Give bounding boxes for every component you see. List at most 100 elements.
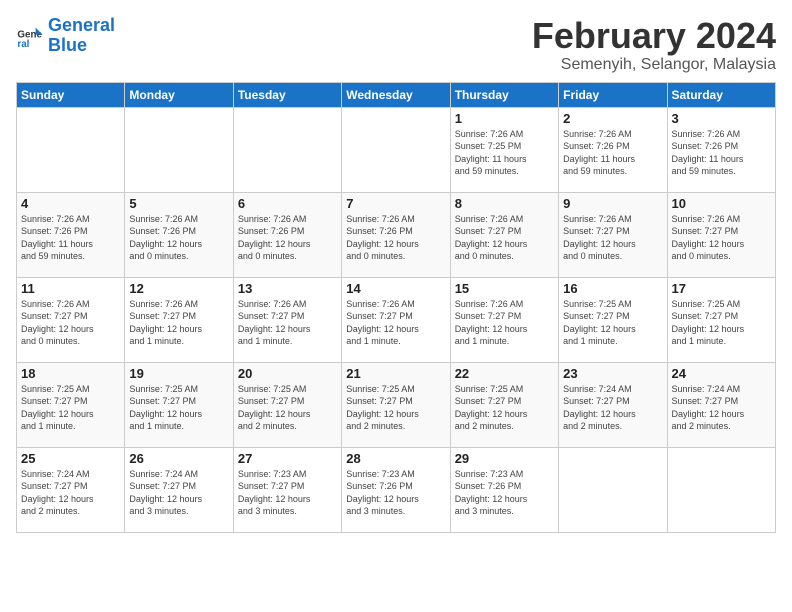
day-info: Sunrise: 7:24 AM Sunset: 7:27 PM Dayligh… [672,383,771,433]
calendar-cell: 12Sunrise: 7:26 AM Sunset: 7:27 PM Dayli… [125,277,233,362]
header-saturday: Saturday [667,82,775,107]
day-info: Sunrise: 7:26 AM Sunset: 7:27 PM Dayligh… [346,298,445,348]
header-thursday: Thursday [450,82,558,107]
calendar-cell [233,107,341,192]
day-number: 21 [346,366,445,381]
calendar-cell: 2Sunrise: 7:26 AM Sunset: 7:26 PM Daylig… [559,107,667,192]
title-area: February 2024 Semenyih, Selangor, Malays… [532,16,776,74]
week-row-2: 11 Sunrise: 7:26 AM Sunset: 7:27 PM Dayli… [17,277,776,362]
calendar-cell: 11 Sunrise: 7:26 AM Sunset: 7:27 PM Dayli… [17,277,125,362]
day-info: Sunrise: 7:26 AM Sunset: 7:27 PM Dayligh… [21,298,120,348]
header-wednesday: Wednesday [342,82,450,107]
calendar-cell [17,107,125,192]
day-info: Sunrise: 7:24 AM Sunset: 7:27 PM Dayligh… [563,383,662,433]
day-number: 24 [672,366,771,381]
header-sunday: Sunday [17,82,125,107]
calendar-cell: 1 Sunrise: 7:26 AM Sunset: 7:25 PM Daylig… [450,107,558,192]
calendar-cell: 5 Sunrise: 7:26 AM Sunset: 7:26 PM Daylig… [125,192,233,277]
logo-icon: Gene ral [16,22,44,50]
day-info: Sunrise: 7:25 AM Sunset: 7:27 PM Dayligh… [346,383,445,433]
day-number: 26 [129,451,228,466]
calendar-cell: 7 Sunrise: 7:26 AM Sunset: 7:26 PM Daylig… [342,192,450,277]
day-number: 13 [238,281,337,296]
calendar-cell [125,107,233,192]
day-number: 17 [672,281,771,296]
day-number: 18 [21,366,120,381]
calendar-cell: 10Sunrise: 7:26 AM Sunset: 7:27 PM Dayli… [667,192,775,277]
day-number: 10 [672,196,771,211]
day-info: Sunrise: 7:25 AM Sunset: 7:27 PM Dayligh… [672,298,771,348]
calendar-cell: 26 Sunrise: 7:24 AM Sunset: 7:27 PM Dayli… [125,447,233,532]
logo-line1: General [48,15,115,35]
day-number: 11 [21,281,120,296]
day-info: Sunrise: 7:24 AM Sunset: 7:27 PM Dayligh… [21,468,120,518]
calendar-cell: 9 Sunrise: 7:26 AM Sunset: 7:27 PM Daylig… [559,192,667,277]
calendar-title: February 2024 [532,16,776,56]
header: Gene ral General Blue February 2024 Seme… [16,16,776,74]
header-monday: Monday [125,82,233,107]
day-info: Sunrise: 7:26 AM Sunset: 7:25 PM Dayligh… [455,128,554,178]
day-info: Sunrise: 7:26 AM Sunset: 7:26 PM Dayligh… [238,213,337,263]
day-info: Sunrise: 7:26 AM Sunset: 7:27 PM Dayligh… [238,298,337,348]
day-number: 20 [238,366,337,381]
week-row-1: 4 Sunrise: 7:26 AM Sunset: 7:26 PM Daylig… [17,192,776,277]
calendar-cell: 20 Sunrise: 7:25 AM Sunset: 7:27 PM Dayli… [233,362,341,447]
week-row-0: 1 Sunrise: 7:26 AM Sunset: 7:25 PM Daylig… [17,107,776,192]
logo: Gene ral General Blue [16,16,115,56]
day-info: Sunrise: 7:25 AM Sunset: 7:27 PM Dayligh… [129,383,228,433]
day-info: Sunrise: 7:26 AM Sunset: 7:27 PM Dayligh… [455,298,554,348]
day-number: 14 [346,281,445,296]
calendar-cell: 14 Sunrise: 7:26 AM Sunset: 7:27 PM Dayli… [342,277,450,362]
calendar-cell: 3 Sunrise: 7:26 AM Sunset: 7:26 PM Daylig… [667,107,775,192]
day-number: 1 [455,111,554,126]
calendar-cell: 24 Sunrise: 7:24 AM Sunset: 7:27 PM Dayli… [667,362,775,447]
calendar-cell: 27Sunrise: 7:23 AM Sunset: 7:27 PM Dayli… [233,447,341,532]
day-info: Sunrise: 7:23 AM Sunset: 7:26 PM Dayligh… [346,468,445,518]
day-info: Sunrise: 7:25 AM Sunset: 7:27 PM Dayligh… [238,383,337,433]
calendar-cell: 25Sunrise: 7:24 AM Sunset: 7:27 PM Dayli… [17,447,125,532]
day-info: Sunrise: 7:26 AM Sunset: 7:27 PM Dayligh… [455,213,554,263]
days-header-row: Sunday Monday Tuesday Wednesday Thursday… [17,82,776,107]
day-info: Sunrise: 7:25 AM Sunset: 7:27 PM Dayligh… [455,383,554,433]
calendar-cell: 18Sunrise: 7:25 AM Sunset: 7:27 PM Dayli… [17,362,125,447]
week-row-4: 25Sunrise: 7:24 AM Sunset: 7:27 PM Dayli… [17,447,776,532]
day-info: Sunrise: 7:26 AM Sunset: 7:26 PM Dayligh… [346,213,445,263]
day-info: Sunrise: 7:26 AM Sunset: 7:26 PM Dayligh… [672,128,771,178]
calendar-cell [667,447,775,532]
calendar-cell: 8Sunrise: 7:26 AM Sunset: 7:27 PM Daylig… [450,192,558,277]
day-number: 12 [129,281,228,296]
day-number: 19 [129,366,228,381]
day-info: Sunrise: 7:25 AM Sunset: 7:27 PM Dayligh… [563,298,662,348]
day-number: 29 [455,451,554,466]
calendar-cell [342,107,450,192]
day-number: 3 [672,111,771,126]
day-info: Sunrise: 7:26 AM Sunset: 7:27 PM Dayligh… [563,213,662,263]
day-number: 16 [563,281,662,296]
calendar-cell: 13 Sunrise: 7:26 AM Sunset: 7:27 PM Dayli… [233,277,341,362]
calendar-cell: 6Sunrise: 7:26 AM Sunset: 7:26 PM Daylig… [233,192,341,277]
week-row-3: 18 Sunrise: 7:25 AM Sunset: 7:27 PM Dayli… [17,362,776,447]
day-number: 23 [563,366,662,381]
day-number: 9 [563,196,662,211]
calendar-cell: 21 Sunrise: 7:25 AM Sunset: 7:27 PM Dayli… [342,362,450,447]
calendar-subtitle: Semenyih, Selangor, Malaysia [532,56,776,74]
day-number: 22 [455,366,554,381]
calendar-cell: 29Sunrise: 7:23 AM Sunset: 7:26 PM Dayli… [450,447,558,532]
calendar-cell: 23 Sunrise: 7:24 AM Sunset: 7:27 PM Dayli… [559,362,667,447]
calendar-cell: 17 Sunrise: 7:25 AM Sunset: 7:27 PM Dayli… [667,277,775,362]
calendar-cell: 4 Sunrise: 7:26 AM Sunset: 7:26 PM Daylig… [17,192,125,277]
header-friday: Friday [559,82,667,107]
day-info: Sunrise: 7:26 AM Sunset: 7:26 PM Dayligh… [129,213,228,263]
day-number: 28 [346,451,445,466]
calendar-cell: 28 Sunrise: 7:23 AM Sunset: 7:26 PM Dayli… [342,447,450,532]
calendar-cell [559,447,667,532]
day-info: Sunrise: 7:26 AM Sunset: 7:26 PM Dayligh… [21,213,120,263]
calendar-cell: 16 Sunrise: 7:25 AM Sunset: 7:27 PM Dayli… [559,277,667,362]
day-number: 5 [129,196,228,211]
day-number: 4 [21,196,120,211]
day-info: Sunrise: 7:23 AM Sunset: 7:27 PM Dayligh… [238,468,337,518]
day-number: 7 [346,196,445,211]
calendar-table: Sunday Monday Tuesday Wednesday Thursday… [16,82,776,533]
day-info: Sunrise: 7:24 AM Sunset: 7:27 PM Dayligh… [129,468,228,518]
calendar-cell: 15Sunrise: 7:26 AM Sunset: 7:27 PM Dayli… [450,277,558,362]
